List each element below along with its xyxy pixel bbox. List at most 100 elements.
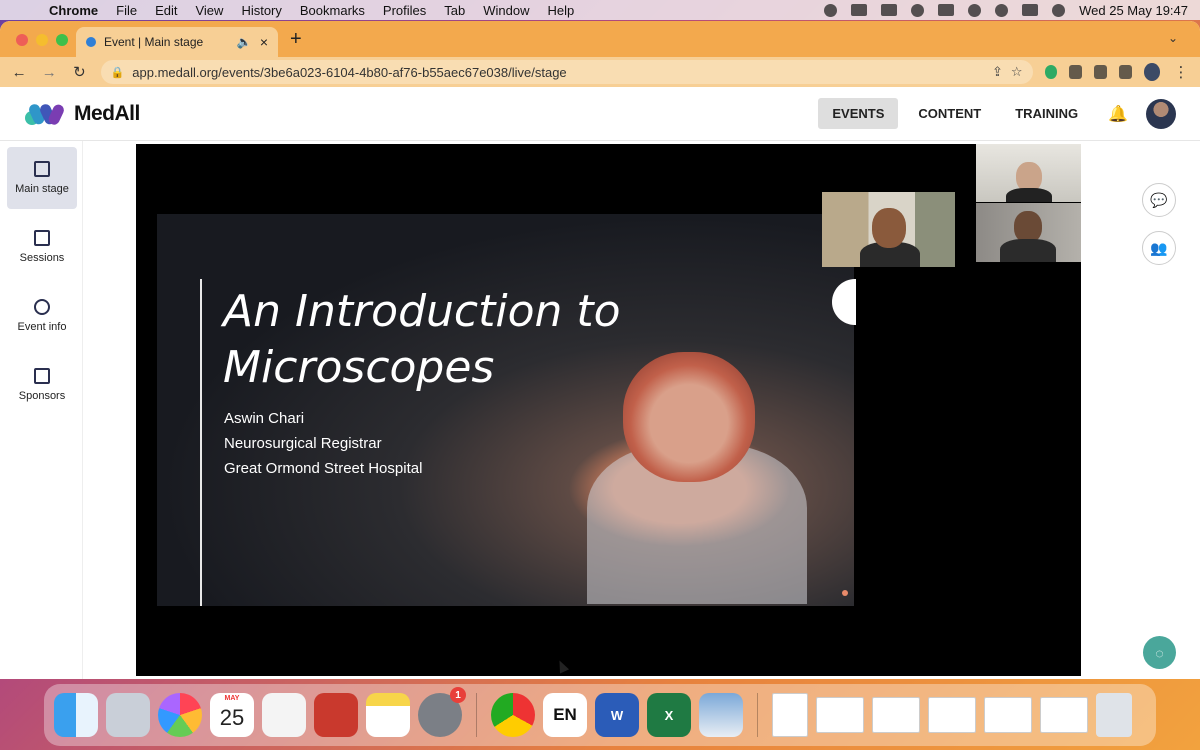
brand-name: MedAll: [74, 101, 140, 125]
menu-help[interactable]: Help: [539, 3, 584, 18]
menu-edit[interactable]: Edit: [146, 3, 186, 18]
preview-icon[interactable]: [699, 693, 743, 737]
excel-icon[interactable]: X: [647, 693, 691, 737]
notes-icon[interactable]: [366, 693, 410, 737]
minimized-window-thumbnail[interactable]: [1040, 697, 1088, 733]
slide-presenter-info: Aswin Chari Neurosurgical Registrar Grea…: [224, 406, 422, 481]
media-queue-icon[interactable]: [1094, 65, 1107, 79]
speaker-camera-feed[interactable]: [822, 192, 955, 267]
lock-icon[interactable]: 🔒: [111, 66, 125, 79]
participant-body: [1006, 188, 1052, 202]
extensions-puzzle-icon[interactable]: [1069, 65, 1083, 79]
medall-logo[interactable]: MedAll: [24, 101, 140, 127]
new-tab-button[interactable]: +: [290, 28, 302, 51]
close-window-button[interactable]: [16, 34, 28, 46]
calendar-day: 25: [219, 705, 245, 730]
siri-icon[interactable]: [1052, 3, 1066, 17]
calendar-icon: [34, 230, 50, 246]
back-button[interactable]: ←: [10, 64, 28, 81]
sidebar-item-sessions[interactable]: Sessions: [7, 216, 77, 278]
slide-title-line-1: An Introduction to: [223, 286, 621, 337]
zoom-window-button[interactable]: [56, 34, 68, 46]
main-stage-video[interactable]: An Introduction to Microscopes Aswin Cha…: [136, 144, 1081, 676]
bell-icon[interactable]: 🔔: [1108, 104, 1128, 124]
tv-icon: [34, 161, 50, 177]
speaker-icon[interactable]: 🔈: [237, 35, 252, 49]
menu-file[interactable]: File: [107, 3, 146, 18]
menu-app-name[interactable]: Chrome: [40, 3, 107, 18]
input-source-en-icon[interactable]: EN: [543, 693, 587, 737]
menubar-status-area: Wed 25 May 19:47: [824, 3, 1200, 18]
notification-badge-icon[interactable]: [851, 4, 868, 16]
minimize-window-button[interactable]: [36, 34, 48, 46]
calendar-app-icon[interactable]: MAY 25: [210, 693, 254, 737]
launchpad-icon[interactable]: [106, 693, 150, 737]
nav-content[interactable]: CONTENT: [904, 98, 995, 129]
speaker-head: [872, 208, 906, 248]
menu-window[interactable]: Window: [474, 3, 538, 18]
presenter-hospital: Great Ormond Street Hospital: [224, 460, 423, 477]
browser-window: Event | Main stage 🔈 × + ⌄ ← → ↻ 🔒 app.m…: [0, 21, 1200, 679]
user-avatar[interactable]: [1146, 98, 1176, 129]
minimized-window-thumbnail[interactable]: [816, 697, 864, 733]
minimized-window-thumbnail[interactable]: [872, 697, 920, 733]
calendar-month: MAY: [224, 695, 240, 702]
share-icon[interactable]: ⇪: [992, 64, 1003, 80]
help-chat-bubble-icon[interactable]: ◌: [1143, 636, 1176, 669]
reload-button[interactable]: ↻: [70, 63, 88, 81]
chat-icon[interactable]: 💬: [1142, 183, 1176, 217]
medall-favicon-icon: [86, 37, 96, 47]
menu-profiles[interactable]: Profiles: [374, 3, 435, 18]
menu-tab[interactable]: Tab: [435, 3, 474, 18]
address-bar[interactable]: 🔒 app.medall.org/events/3be6a023-6104-4b…: [100, 60, 1033, 84]
profile-avatar[interactable]: [1143, 63, 1160, 81]
word-icon[interactable]: W: [595, 693, 639, 737]
menu-history[interactable]: History: [232, 3, 290, 18]
sidebar-item-sponsors[interactable]: Sponsors: [7, 354, 77, 416]
reminders-icon[interactable]: [262, 693, 306, 737]
spotlight-search-icon[interactable]: [995, 3, 1009, 17]
control-center-icon[interactable]: [1022, 4, 1039, 16]
side-panel-icon[interactable]: [1118, 65, 1132, 79]
participant-camera-2[interactable]: [976, 203, 1081, 262]
presenter-role: Neurosurgical Registrar: [224, 435, 382, 452]
chrome-icon[interactable]: [491, 693, 535, 737]
dropbox-icon[interactable]: [881, 4, 898, 16]
nav-training[interactable]: TRAINING: [1001, 98, 1092, 129]
creative-cloud-icon[interactable]: [824, 3, 838, 17]
sidebar-item-event-info[interactable]: Event info: [7, 285, 77, 347]
menubar-clock[interactable]: Wed 25 May 19:47: [1079, 3, 1188, 18]
browser-tab-active[interactable]: Event | Main stage 🔈 ×: [76, 27, 278, 57]
photos-icon[interactable]: [158, 693, 202, 737]
close-tab-icon[interactable]: ×: [260, 34, 268, 50]
bookmark-star-icon[interactable]: ☆: [1011, 64, 1023, 80]
grammarly-extension-icon[interactable]: [1044, 65, 1058, 79]
downloads-stack-icon[interactable]: [772, 693, 808, 737]
wifi-icon[interactable]: [968, 3, 982, 17]
minimized-window-thumbnail[interactable]: [928, 697, 976, 733]
url-text[interactable]: app.medall.org/events/3be6a023-6104-4b80…: [132, 65, 984, 80]
play-icon[interactable]: [911, 3, 925, 17]
tab-search-chevron-icon[interactable]: ⌄: [1168, 31, 1178, 45]
dock-separator: [476, 693, 477, 737]
tab-title: Event | Main stage: [104, 35, 204, 49]
trash-icon[interactable]: [1096, 693, 1132, 737]
system-preferences-icon[interactable]: 1: [418, 687, 466, 737]
sidebar-item-main-stage[interactable]: Main stage: [7, 147, 77, 209]
sidebar-item-label: Sessions: [19, 252, 65, 264]
sidebar-item-label: Event info: [17, 321, 67, 333]
slide-title-line-2: Microscopes: [223, 342, 495, 393]
chrome-menu-icon[interactable]: ⋮: [1172, 63, 1190, 81]
photo-booth-icon[interactable]: [314, 693, 358, 737]
participant-camera-1[interactable]: [976, 144, 1081, 202]
menu-bookmarks[interactable]: Bookmarks: [291, 3, 374, 18]
attendees-icon[interactable]: 👥: [1142, 231, 1176, 265]
nav-events[interactable]: EVENTS: [818, 98, 899, 129]
menu-view[interactable]: View: [186, 3, 232, 18]
finder-icon[interactable]: [54, 693, 98, 737]
forward-button[interactable]: →: [40, 64, 58, 81]
minimized-window-thumbnail[interactable]: [984, 697, 1032, 733]
dock-separator: [757, 693, 758, 737]
battery-icon[interactable]: [938, 4, 955, 16]
slide-title: An Introduction to Microscopes: [223, 284, 683, 396]
